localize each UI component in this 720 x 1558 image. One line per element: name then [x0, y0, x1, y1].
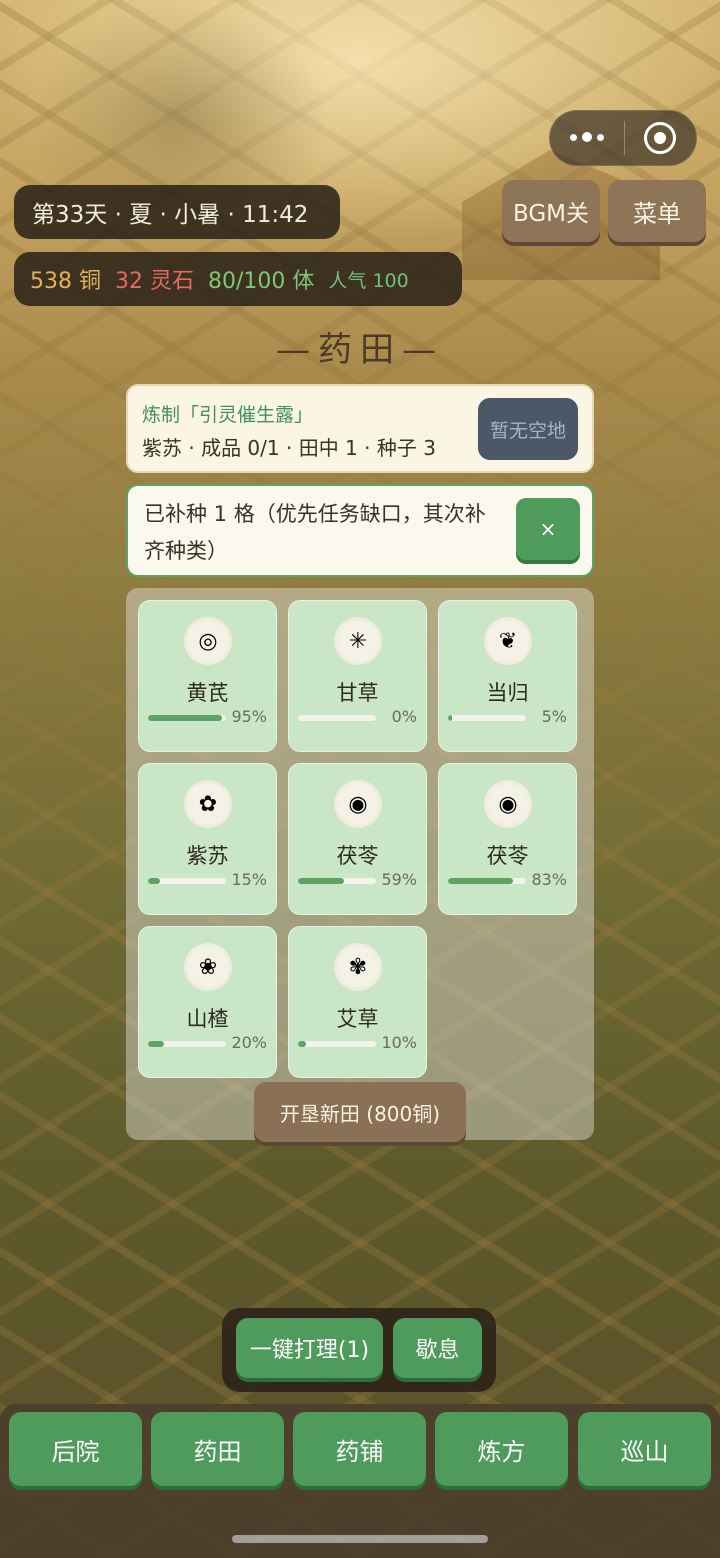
- growth-progress-bar: [448, 878, 526, 884]
- nav-backyard-button[interactable]: 后院: [9, 1412, 142, 1486]
- herb-plot[interactable]: ✳ 甘草 0%: [288, 600, 427, 752]
- growth-percent: 0%: [391, 707, 417, 726]
- herb-plot[interactable]: ✿ 紫苏 15%: [138, 763, 277, 915]
- copper-count: 538 铜: [30, 269, 101, 294]
- rest-button[interactable]: 歇息: [393, 1318, 482, 1378]
- growth-progress-bar: [298, 878, 376, 884]
- herb-name: 当归: [486, 681, 529, 705]
- growth-percent: 15%: [231, 870, 267, 889]
- task-card: 炼制「引灵催生露」 紫苏 · 成品 0/1 · 田中 1 · 种子 3 暂无空地: [126, 384, 594, 473]
- herb-plot[interactable]: ◉ 茯苓 59%: [288, 763, 427, 915]
- expand-field-button[interactable]: 开垦新田 (800铜): [254, 1082, 466, 1142]
- growth-progress-fill: [148, 715, 223, 721]
- growth-progress-bar: [148, 1041, 226, 1047]
- growth-percent: 95%: [231, 707, 267, 726]
- nav-herb-shop-button[interactable]: 药铺: [293, 1412, 426, 1486]
- growth-percent: 10%: [381, 1033, 417, 1052]
- task-title: 炼制「引灵催生露」: [142, 404, 314, 426]
- menu-button[interactable]: 菜单: [608, 180, 706, 242]
- close-target-icon[interactable]: [625, 122, 697, 154]
- no-empty-plot-button[interactable]: 暂无空地: [478, 398, 578, 460]
- spirit-stone-count: 32 灵石: [115, 269, 194, 294]
- home-indicator: [232, 1535, 488, 1543]
- growth-progress-bar: [298, 715, 376, 721]
- growth-progress-fill: [448, 715, 452, 721]
- mugwort-icon: ✾: [334, 943, 382, 991]
- tend-all-button[interactable]: 一键打理(1): [236, 1318, 383, 1378]
- more-icon[interactable]: [550, 132, 624, 143]
- herb-name: 艾草: [336, 1007, 379, 1031]
- popularity-count: 人气 100: [328, 269, 409, 292]
- herb-name: 山楂: [186, 1007, 229, 1031]
- herb-plot[interactable]: ◉ 茯苓 83%: [438, 763, 577, 915]
- section-title: —药田—: [276, 330, 444, 370]
- herb-name: 甘草: [336, 681, 379, 705]
- hawthorn-icon: ❀: [184, 943, 232, 991]
- resource-bar: 538 铜 32 灵石 80/100 体 人气 100: [14, 252, 462, 306]
- growth-progress-bar: [448, 715, 526, 721]
- action-bar: 一键打理(1) 歇息: [222, 1308, 496, 1392]
- nav-recipes-button[interactable]: 炼方: [435, 1412, 568, 1486]
- notification-toast: 已补种 1 格（优先任务缺口，其次补齐种类） ×: [126, 484, 594, 577]
- nav-patrol-mountain-button[interactable]: 巡山: [578, 1412, 711, 1486]
- herb-name: 茯苓: [336, 844, 379, 868]
- poria-icon: ◉: [334, 780, 382, 828]
- growth-progress-bar: [148, 715, 226, 721]
- task-detail: 紫苏 · 成品 0/1 · 田中 1 · 种子 3: [142, 436, 436, 460]
- astragalus-icon: ◎: [184, 617, 232, 665]
- herb-name: 茯苓: [486, 844, 529, 868]
- growth-progress-bar: [298, 1041, 376, 1047]
- toast-close-button[interactable]: ×: [516, 498, 580, 560]
- herb-name: 紫苏: [186, 844, 229, 868]
- growth-progress-fill: [448, 878, 513, 884]
- stamina-count: 80/100 体: [208, 269, 315, 294]
- date-display: 第33天 · 夏 · 小暑 · 11:42: [14, 185, 340, 239]
- herb-field-grid: ◎ 黄芪 95% ✳ 甘草 0% ❦ 当归 5% ✿ 紫苏 15% ◉ 茯苓 59% ◉ 茯苓 83% ❀ 山楂 20%…: [126, 588, 594, 1140]
- growth-progress-fill: [148, 1041, 164, 1047]
- nav-herb-field-button[interactable]: 药田: [151, 1412, 284, 1486]
- poria-icon: ◉: [484, 780, 532, 828]
- herb-name: 黄芪: [186, 681, 229, 705]
- licorice-icon: ✳: [334, 617, 382, 665]
- perilla-icon: ✿: [184, 780, 232, 828]
- mini-program-capsule[interactable]: [549, 110, 697, 166]
- angelica-icon: ❦: [484, 617, 532, 665]
- growth-percent: 5%: [541, 707, 567, 726]
- growth-percent: 59%: [381, 870, 417, 889]
- toast-message: 已补种 1 格（优先任务缺口，其次补齐种类）: [144, 502, 486, 563]
- growth-progress-fill: [298, 1041, 306, 1047]
- growth-percent: 20%: [231, 1033, 267, 1052]
- growth-progress-fill: [298, 878, 345, 884]
- growth-progress-fill: [148, 878, 160, 884]
- herb-plot[interactable]: ❀ 山楂 20%: [138, 926, 277, 1078]
- growth-percent: 83%: [531, 870, 567, 889]
- herb-plot[interactable]: ◎ 黄芪 95%: [138, 600, 277, 752]
- herb-plot[interactable]: ✾ 艾草 10%: [288, 926, 427, 1078]
- herb-plot[interactable]: ❦ 当归 5%: [438, 600, 577, 752]
- growth-progress-bar: [148, 878, 226, 884]
- bgm-toggle-button[interactable]: BGM关: [502, 180, 600, 242]
